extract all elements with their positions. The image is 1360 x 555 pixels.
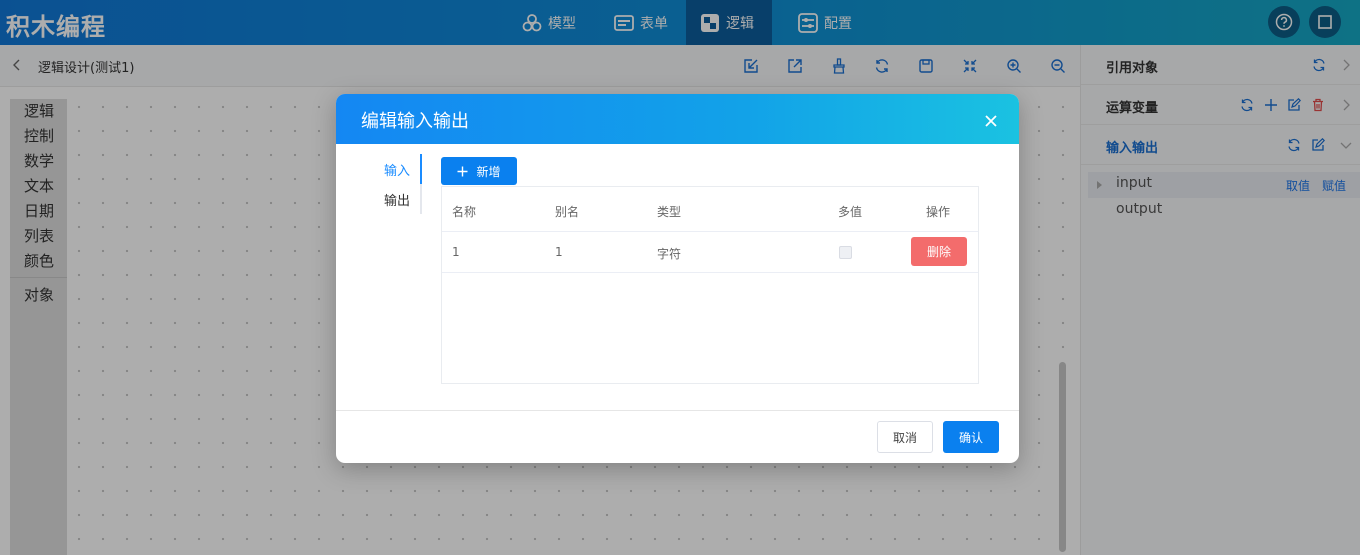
add-button-label: 新增 — [476, 164, 501, 179]
cell-alias[interactable]: 1 — [555, 245, 563, 259]
tab-output[interactable]: 输出 — [384, 190, 410, 209]
delete-button[interactable]: 删除 — [911, 237, 967, 266]
table-row[interactable]: 1 1 字符 删除 — [442, 232, 978, 273]
cell-name[interactable]: 1 — [452, 245, 460, 259]
edit-io-dialog: 编辑输入输出 输入 输出 新增 名称 别名 类型 多值 操作 1 1 字符 删除… — [336, 94, 1019, 463]
col-alias: 别名 — [555, 205, 580, 219]
multi-checkbox[interactable] — [839, 246, 852, 259]
dialog-footer-divider — [336, 410, 1019, 411]
cell-type[interactable]: 字符 — [657, 245, 681, 262]
col-action: 操作 — [926, 205, 951, 219]
io-table: 名称 别名 类型 多值 操作 1 1 字符 删除 — [441, 186, 979, 384]
close-icon[interactable] — [984, 114, 998, 128]
cancel-button[interactable]: 取消 — [877, 421, 933, 453]
active-tab-indicator — [420, 154, 422, 184]
col-type: 类型 — [657, 205, 682, 219]
tab-input[interactable]: 输入 — [384, 160, 410, 179]
confirm-button[interactable]: 确认 — [943, 421, 999, 453]
col-multi: 多值 — [838, 205, 863, 219]
col-name: 名称 — [452, 205, 477, 219]
dialog-header: 编辑输入输出 — [336, 94, 1019, 144]
add-button[interactable]: 新增 — [441, 157, 517, 185]
table-header: 名称 别名 类型 多值 操作 — [442, 187, 978, 232]
dialog-title: 编辑输入输出 — [361, 111, 469, 132]
io-tabs: 输入 输出 — [376, 154, 422, 214]
plus-icon — [457, 166, 468, 176]
